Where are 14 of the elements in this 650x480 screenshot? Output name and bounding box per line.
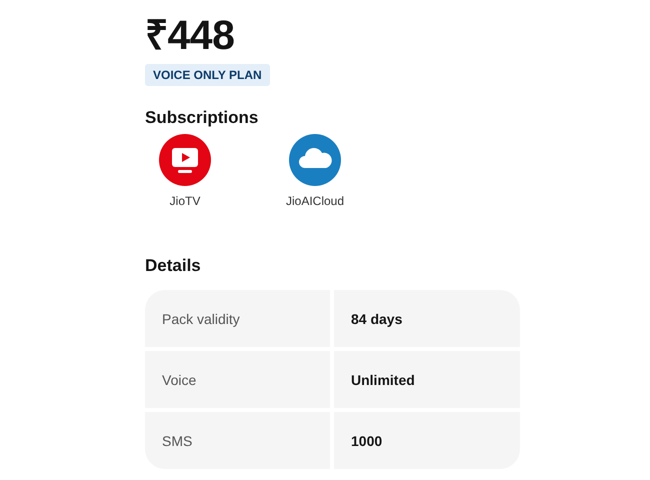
- subscription-name: JioAICloud: [286, 194, 344, 208]
- section-heading: Subscriptions: [145, 108, 260, 128]
- table-cell: Voice: [145, 351, 330, 408]
- subscription-name: JioTV: [170, 194, 200, 208]
- table-cell: Pack validity: [145, 290, 330, 347]
- section-heading: Details: [145, 256, 202, 276]
- table-cell: 84 days: [334, 290, 520, 347]
- cloud-icon[interactable]: [289, 134, 341, 186]
- table-cell: Unlimited: [334, 351, 520, 408]
- plan-price: ₹448: [145, 12, 236, 58]
- plan-badge: VOICE ONLY PLAN: [145, 64, 270, 86]
- table-cell: 1000: [334, 412, 520, 469]
- table-cell: SMS: [145, 412, 330, 469]
- tv-play-icon[interactable]: [159, 134, 211, 186]
